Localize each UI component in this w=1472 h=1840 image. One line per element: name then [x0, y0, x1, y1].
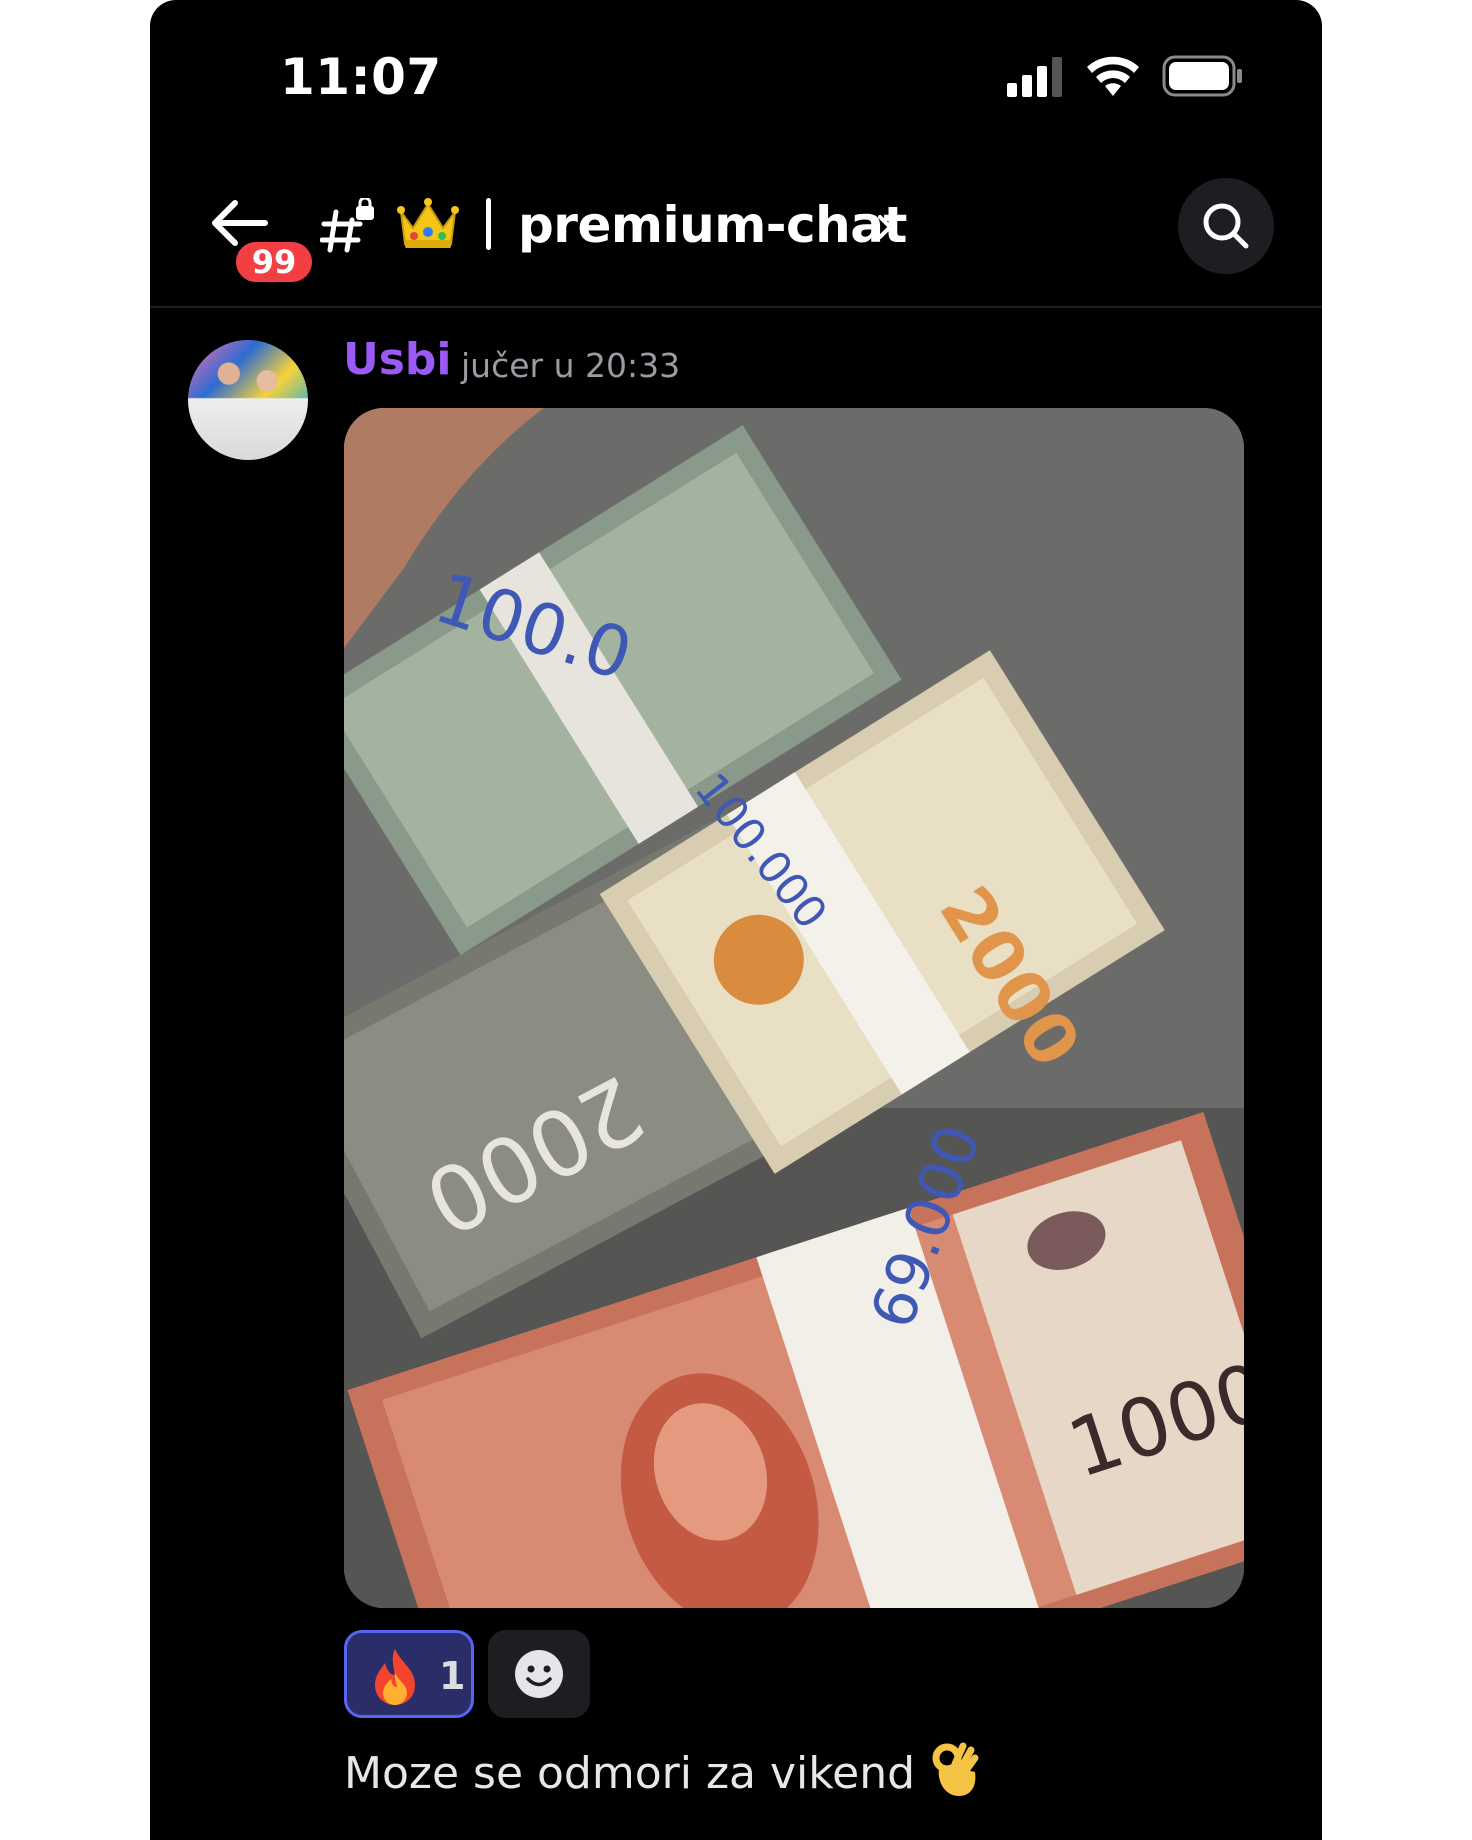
unread-badge: 99	[232, 238, 316, 286]
crown-emoji	[397, 198, 459, 248]
signal-icon	[1007, 57, 1062, 97]
locked-hashtag-icon	[320, 198, 374, 253]
search-button[interactable]	[1178, 178, 1274, 274]
phone-screen: 11:07 99 premium-chat Usbi jučer u 20:33…	[150, 0, 1322, 1840]
wifi-icon	[1087, 56, 1139, 96]
message-content: Moze se odmori za vikend	[344, 1742, 981, 1799]
reaction-count: 1	[439, 1654, 466, 1698]
image-attachment[interactable]: 2000 2000 1000 100.0 100.000 69.000	[344, 408, 1244, 1608]
avatar[interactable]	[188, 340, 308, 460]
author-name[interactable]: Usbi	[343, 334, 452, 385]
title-divider	[486, 198, 491, 250]
message-timestamp: jučer u 20:33	[461, 346, 681, 385]
fire-emoji	[375, 1649, 415, 1705]
banknotes-photo: 2000 2000 1000 100.0 100.000 69.000	[344, 408, 1244, 1608]
status-bar: 11:07	[150, 0, 1322, 150]
reaction-fire[interactable]: 1	[344, 1630, 474, 1718]
channel-name[interactable]: premium-chat	[518, 196, 907, 254]
search-icon	[1203, 203, 1249, 249]
ok-hand-emoji	[932, 1742, 979, 1796]
smiley-icon	[515, 1650, 563, 1698]
channel-header: 99 premium-chat	[150, 150, 1322, 308]
status-time: 11:07	[280, 48, 442, 106]
battery-icon	[1162, 55, 1242, 97]
add-reaction-button[interactable]	[488, 1630, 590, 1718]
chevron-right-icon[interactable]	[875, 212, 895, 242]
message-text: Moze se odmori za vikend	[344, 1748, 916, 1799]
